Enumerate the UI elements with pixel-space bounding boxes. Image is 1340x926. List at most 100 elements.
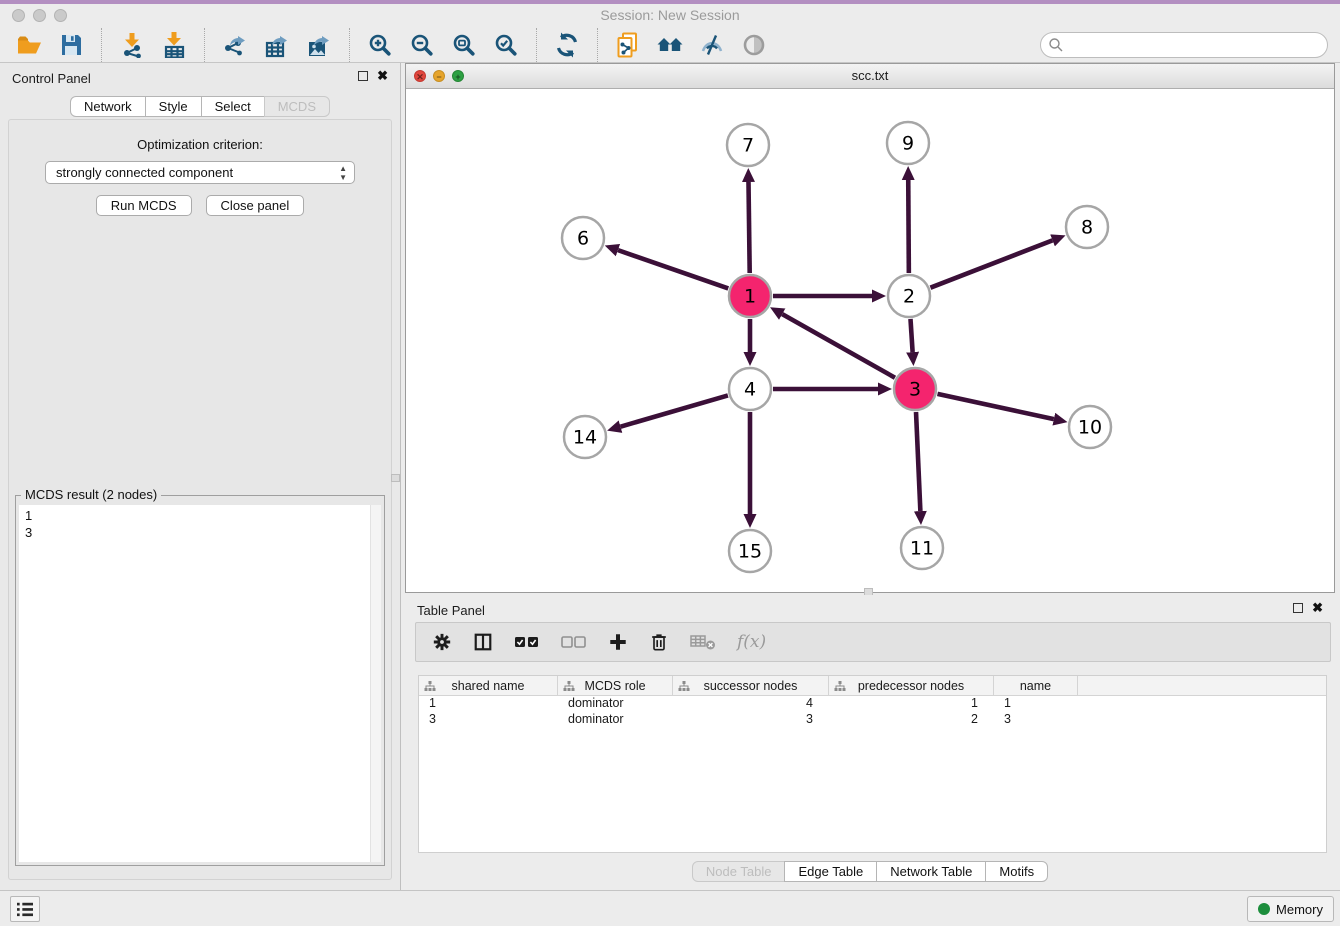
open-session-icon[interactable] <box>11 30 47 60</box>
criterion-value: strongly connected component <box>56 165 233 180</box>
tab-mcds[interactable]: MCDS <box>264 96 330 117</box>
graph-edge-2-9[interactable] <box>908 180 909 273</box>
hide-graphics-icon[interactable] <box>694 30 730 60</box>
tab-network-table[interactable]: Network Table <box>876 861 986 882</box>
table-row[interactable]: 1dominator411 <box>419 696 1326 712</box>
mcds-result-line: 1 <box>25 507 375 524</box>
memory-label: Memory <box>1276 902 1323 917</box>
column-header-label: predecessor nodes <box>858 679 964 693</box>
table-body: 1dominator4113dominator323 <box>419 696 1326 728</box>
control-panel-title: Control Panel <box>12 71 91 86</box>
first-neighbors-icon[interactable] <box>652 30 688 60</box>
graph-edge-2-8[interactable] <box>930 240 1052 287</box>
export-table-icon[interactable] <box>259 30 295 60</box>
search-box <box>1040 32 1328 58</box>
column-header-label: MCDS role <box>584 679 645 693</box>
column-header-shared-name[interactable]: shared name <box>419 676 558 695</box>
graph-node-label: 15 <box>738 541 762 563</box>
scrollbar[interactable] <box>370 505 381 862</box>
import-table-icon[interactable] <box>156 30 192 60</box>
duplicate-network-icon[interactable] <box>610 30 646 60</box>
tab-style[interactable]: Style <box>145 96 202 117</box>
table-cell: 1 <box>994 696 1078 712</box>
zoom-out-icon[interactable] <box>404 30 440 60</box>
zoom-in-icon[interactable] <box>362 30 398 60</box>
add-column-icon[interactable] <box>608 632 628 652</box>
node-table: shared name MCDS role successor nodes prede… <box>418 675 1327 853</box>
search-icon <box>1048 37 1064 53</box>
float-panel-icon[interactable] <box>358 71 368 81</box>
column-header-mcds-role[interactable]: MCDS role <box>558 676 673 695</box>
graph-edge-3-1[interactable] <box>782 314 895 378</box>
columns-icon[interactable] <box>473 632 493 652</box>
graph-node-label: 8 <box>1081 217 1093 239</box>
zoom-fit-icon[interactable] <box>446 30 482 60</box>
task-history-button[interactable] <box>10 896 40 922</box>
function-builder-icon: f(x) <box>737 632 766 652</box>
control-panel-tabs: NetworkStyleSelectMCDS <box>0 96 400 117</box>
export-network-icon[interactable] <box>217 30 253 60</box>
table-row[interactable]: 3dominator323 <box>419 712 1326 728</box>
graph-edge-3-10[interactable] <box>937 394 1053 419</box>
table-panel: Table Panel ✖ f(x) shared nameMCDS roles… <box>405 595 1335 890</box>
column-header-label: shared name <box>452 679 525 693</box>
graph-edge-3-11[interactable] <box>916 412 920 511</box>
table-cell: 3 <box>673 712 829 728</box>
zoom-selected-icon[interactable] <box>488 30 524 60</box>
deselect-all-icon[interactable] <box>561 634 587 650</box>
status-bar: Memory <box>0 890 1340 926</box>
gear-icon[interactable] <box>432 632 452 652</box>
close-panel-icon[interactable]: ✖ <box>1312 603 1323 613</box>
tab-node-table[interactable]: Node Table <box>692 861 786 882</box>
column-header-label: name <box>1020 679 1051 693</box>
table-cell: 3 <box>994 712 1078 728</box>
column-header-successor-nodes[interactable]: successor nodes <box>673 676 829 695</box>
toolbar-separator <box>597 28 598 62</box>
float-panel-icon[interactable] <box>1293 603 1303 613</box>
network-window-titlebar[interactable]: ✕ − + scc.txt <box>406 64 1334 89</box>
mcds-result-text[interactable]: 13 <box>19 505 381 862</box>
tab-edge-table[interactable]: Edge Table <box>784 861 877 882</box>
memory-button[interactable]: Memory <box>1247 896 1334 922</box>
graph-node-label: 4 <box>744 379 756 401</box>
tab-network[interactable]: Network <box>70 96 146 117</box>
graph-node-label: 1 <box>744 286 756 308</box>
mcds-result-title: MCDS result (2 nodes) <box>21 487 161 502</box>
graph-node-label: 14 <box>573 427 597 449</box>
close-panel-button[interactable]: Close panel <box>206 195 305 216</box>
close-panel-icon[interactable]: ✖ <box>377 71 388 81</box>
graph-node-label: 11 <box>910 538 934 560</box>
tab-motifs[interactable]: Motifs <box>985 861 1048 882</box>
table-cell: 4 <box>673 696 829 712</box>
tab-select[interactable]: Select <box>201 96 265 117</box>
run-mcds-button[interactable]: Run MCDS <box>96 195 192 216</box>
graph-edge-1-6[interactable] <box>618 250 728 288</box>
network-window-title: scc.txt <box>406 68 1334 83</box>
mcds-panel: Optimization criterion: strongly connect… <box>8 119 392 880</box>
mcds-result-line: 3 <box>25 524 375 541</box>
optimization-label: Optimization criterion: <box>9 137 391 152</box>
select-all-icon[interactable] <box>514 634 540 650</box>
criterion-dropdown[interactable]: strongly connected component ▲▼ <box>45 161 355 184</box>
toolbar-separator <box>101 28 102 62</box>
column-header-predecessor-nodes[interactable]: predecessor nodes <box>829 676 994 695</box>
export-image-icon[interactable] <box>301 30 337 60</box>
table-cell: 3 <box>419 712 558 728</box>
memory-status-icon <box>1258 903 1270 915</box>
table-panel-title: Table Panel <box>417 603 485 618</box>
graph-edge-2-3[interactable] <box>910 319 912 352</box>
apply-layout-icon[interactable] <box>549 30 585 60</box>
save-session-icon[interactable] <box>53 30 89 60</box>
graph-edge-4-14[interactable] <box>621 395 728 426</box>
search-input[interactable] <box>1040 32 1328 58</box>
vertical-splitter-handle[interactable] <box>391 474 400 482</box>
toolbar-separator <box>536 28 537 62</box>
delete-row-icon[interactable] <box>649 632 669 652</box>
graph-edge-1-7[interactable] <box>748 182 749 273</box>
show-graphics-icon[interactable] <box>736 30 772 60</box>
column-header-name[interactable]: name <box>994 676 1078 695</box>
graph-node-label: 2 <box>903 286 915 308</box>
import-network-icon[interactable] <box>114 30 150 60</box>
dropdown-stepper-icon: ▲▼ <box>339 164 347 182</box>
network-canvas[interactable]: 7968124314101511 <box>406 89 1334 592</box>
